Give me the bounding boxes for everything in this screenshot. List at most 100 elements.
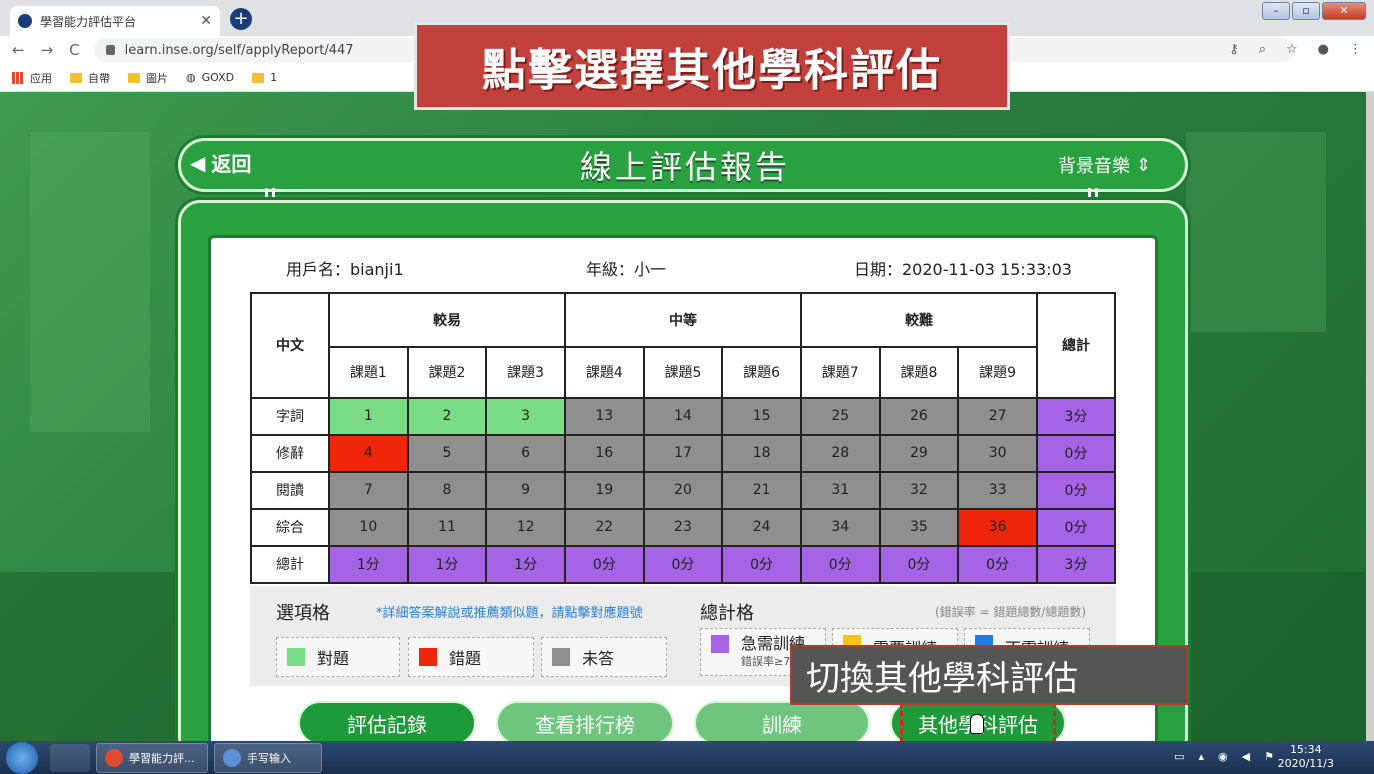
report-date: 日期：2020-11-03 15:33:03 (854, 260, 1072, 279)
bookmark-folder[interactable]: 圖片 (128, 70, 168, 86)
question-cell[interactable]: 26 (878, 396, 960, 436)
app-launcher-icon[interactable] (50, 743, 90, 772)
question-cell[interactable]: 10 (328, 507, 409, 547)
column-total: 0分 (642, 544, 724, 585)
keyboard-icon[interactable]: ▭ (1174, 750, 1184, 763)
taskbar: 學習能力評... 手写输入 ▭ ▴ ◉ ◀ ⚑ 15:34 2020/11/3 (0, 741, 1374, 774)
question-cell[interactable]: 4 (328, 433, 409, 473)
row-label: 修辭 (250, 433, 330, 473)
question-cell[interactable]: 9 (485, 470, 566, 510)
question-cell[interactable]: 18 (721, 433, 802, 473)
column-header: 課題7 (799, 345, 881, 399)
table-corner: 中文 (250, 292, 330, 399)
back-arrow-icon[interactable]: ← (12, 41, 25, 59)
question-cell[interactable]: 36 (957, 507, 1038, 547)
flag-icon[interactable]: ⚑ (1264, 750, 1274, 763)
question-cell[interactable]: 27 (957, 396, 1038, 436)
question-cell[interactable]: 13 (563, 396, 645, 436)
question-cell[interactable]: 15 (721, 396, 802, 436)
totals-legend-note: (錯誤率 = 錯題總數/總題數) (935, 605, 1087, 619)
bookmark-folder[interactable]: 自帶 (70, 70, 110, 86)
question-cell[interactable]: 28 (799, 433, 881, 473)
reload-icon[interactable]: C (69, 41, 79, 59)
question-cell[interactable]: 12 (485, 507, 566, 547)
question-cell[interactable]: 2 (406, 396, 488, 436)
question-cell[interactable]: 1 (328, 396, 409, 436)
back-button[interactable]: ◀ 返回 (190, 148, 251, 177)
column-header: 課題6 (721, 345, 802, 399)
column-header: 課題9 (957, 345, 1038, 399)
legend-swatch (552, 648, 570, 666)
taskbar-app-handwriting[interactable]: 手写输入 (214, 742, 322, 773)
question-cell[interactable]: 11 (406, 507, 488, 547)
row-total: 0分 (1036, 507, 1116, 547)
start-button[interactable] (6, 741, 38, 774)
clock[interactable]: 15:34 2020/11/3 (1278, 743, 1334, 771)
records-button[interactable]: 評估記錄 (298, 701, 476, 745)
network-icon[interactable]: ◉ (1218, 750, 1228, 763)
legend-swatch (287, 648, 305, 666)
question-cell[interactable]: 3 (485, 396, 566, 436)
question-cell[interactable]: 34 (799, 507, 881, 547)
key-icon[interactable]: ⚷ (1229, 42, 1239, 57)
lock-icon (105, 45, 115, 55)
training-button[interactable]: 訓練 (694, 701, 870, 745)
question-cell[interactable]: 16 (563, 433, 645, 473)
minimize-button[interactable]: – (1262, 2, 1290, 20)
bookmark-apps[interactable]: 应用 (12, 70, 52, 86)
question-cell[interactable]: 14 (642, 396, 724, 436)
window-close-button[interactable]: ✕ (1322, 2, 1366, 20)
profile-icon[interactable]: ● (1318, 42, 1329, 57)
question-cell[interactable]: 31 (799, 470, 881, 510)
question-cell[interactable]: 32 (878, 470, 960, 510)
scrollbar[interactable] (1366, 92, 1374, 741)
question-cell[interactable]: 29 (878, 433, 960, 473)
question-cell[interactable]: 35 (878, 507, 960, 547)
maximize-button[interactable]: ▫ (1292, 2, 1320, 20)
taskbar-app-browser[interactable]: 學習能力評... (96, 742, 208, 773)
legend-unanswered: 未答 (541, 637, 667, 677)
row-total: 0分 (1036, 433, 1116, 473)
music-label: 背景音樂 (1058, 156, 1130, 177)
volume-icon[interactable]: ◀ (1242, 750, 1250, 763)
question-cell[interactable]: 17 (642, 433, 724, 473)
row-label: 閱讀 (250, 470, 330, 510)
group-header: 較易 (328, 292, 566, 348)
ranking-button[interactable]: 查看排行榜 (496, 701, 674, 745)
question-cell[interactable]: 21 (721, 470, 802, 510)
question-cell[interactable]: 6 (485, 433, 566, 473)
row-label: 總計 (250, 544, 330, 585)
bookmark-folder[interactable]: 1 (252, 71, 277, 84)
question-cell[interactable]: 24 (721, 507, 802, 547)
column-header: 課題1 (328, 345, 409, 399)
new-tab-button[interactable]: + (230, 8, 252, 30)
chrome-icon (105, 748, 123, 767)
grand-total: 3分 (1036, 544, 1116, 585)
back-arrow-icon: ◀ (190, 150, 206, 175)
question-cell[interactable]: 5 (406, 433, 488, 473)
board-decoration (1186, 132, 1326, 332)
table-row: 閱讀 7 8 9 19 20 21 31 32 33 0分 (250, 470, 1116, 510)
zoom-icon[interactable]: ⌕ (1259, 42, 1266, 57)
forward-arrow-icon[interactable]: → (41, 41, 54, 59)
question-cell[interactable]: 33 (957, 470, 1038, 510)
hand-cursor-icon (970, 714, 984, 734)
back-label: 返回 (211, 152, 252, 176)
question-cell[interactable]: 7 (328, 470, 409, 510)
question-cell[interactable]: 25 (799, 396, 881, 436)
question-cell[interactable]: 20 (642, 470, 724, 510)
tray-expand-icon[interactable]: ▴ (1199, 750, 1205, 763)
tab-close-icon[interactable]: ✕ (200, 13, 212, 29)
music-toggle[interactable]: 背景音樂 ⇕ (1058, 152, 1151, 178)
bookmark-site[interactable]: ◍ GOXD (186, 71, 234, 84)
total-header: 總計 (1036, 292, 1116, 399)
question-cell[interactable]: 23 (642, 507, 724, 547)
question-cell[interactable]: 19 (563, 470, 645, 510)
question-cell[interactable]: 30 (957, 433, 1038, 473)
star-icon[interactable]: ☆ (1286, 42, 1298, 57)
user-name: 用戶名：bianji1 (286, 260, 404, 279)
question-cell[interactable]: 22 (563, 507, 645, 547)
browser-tab[interactable]: 學習能力評估平台 ✕ (10, 6, 220, 36)
question-cell[interactable]: 8 (406, 470, 488, 510)
menu-icon[interactable]: ⋮ (1349, 42, 1362, 57)
